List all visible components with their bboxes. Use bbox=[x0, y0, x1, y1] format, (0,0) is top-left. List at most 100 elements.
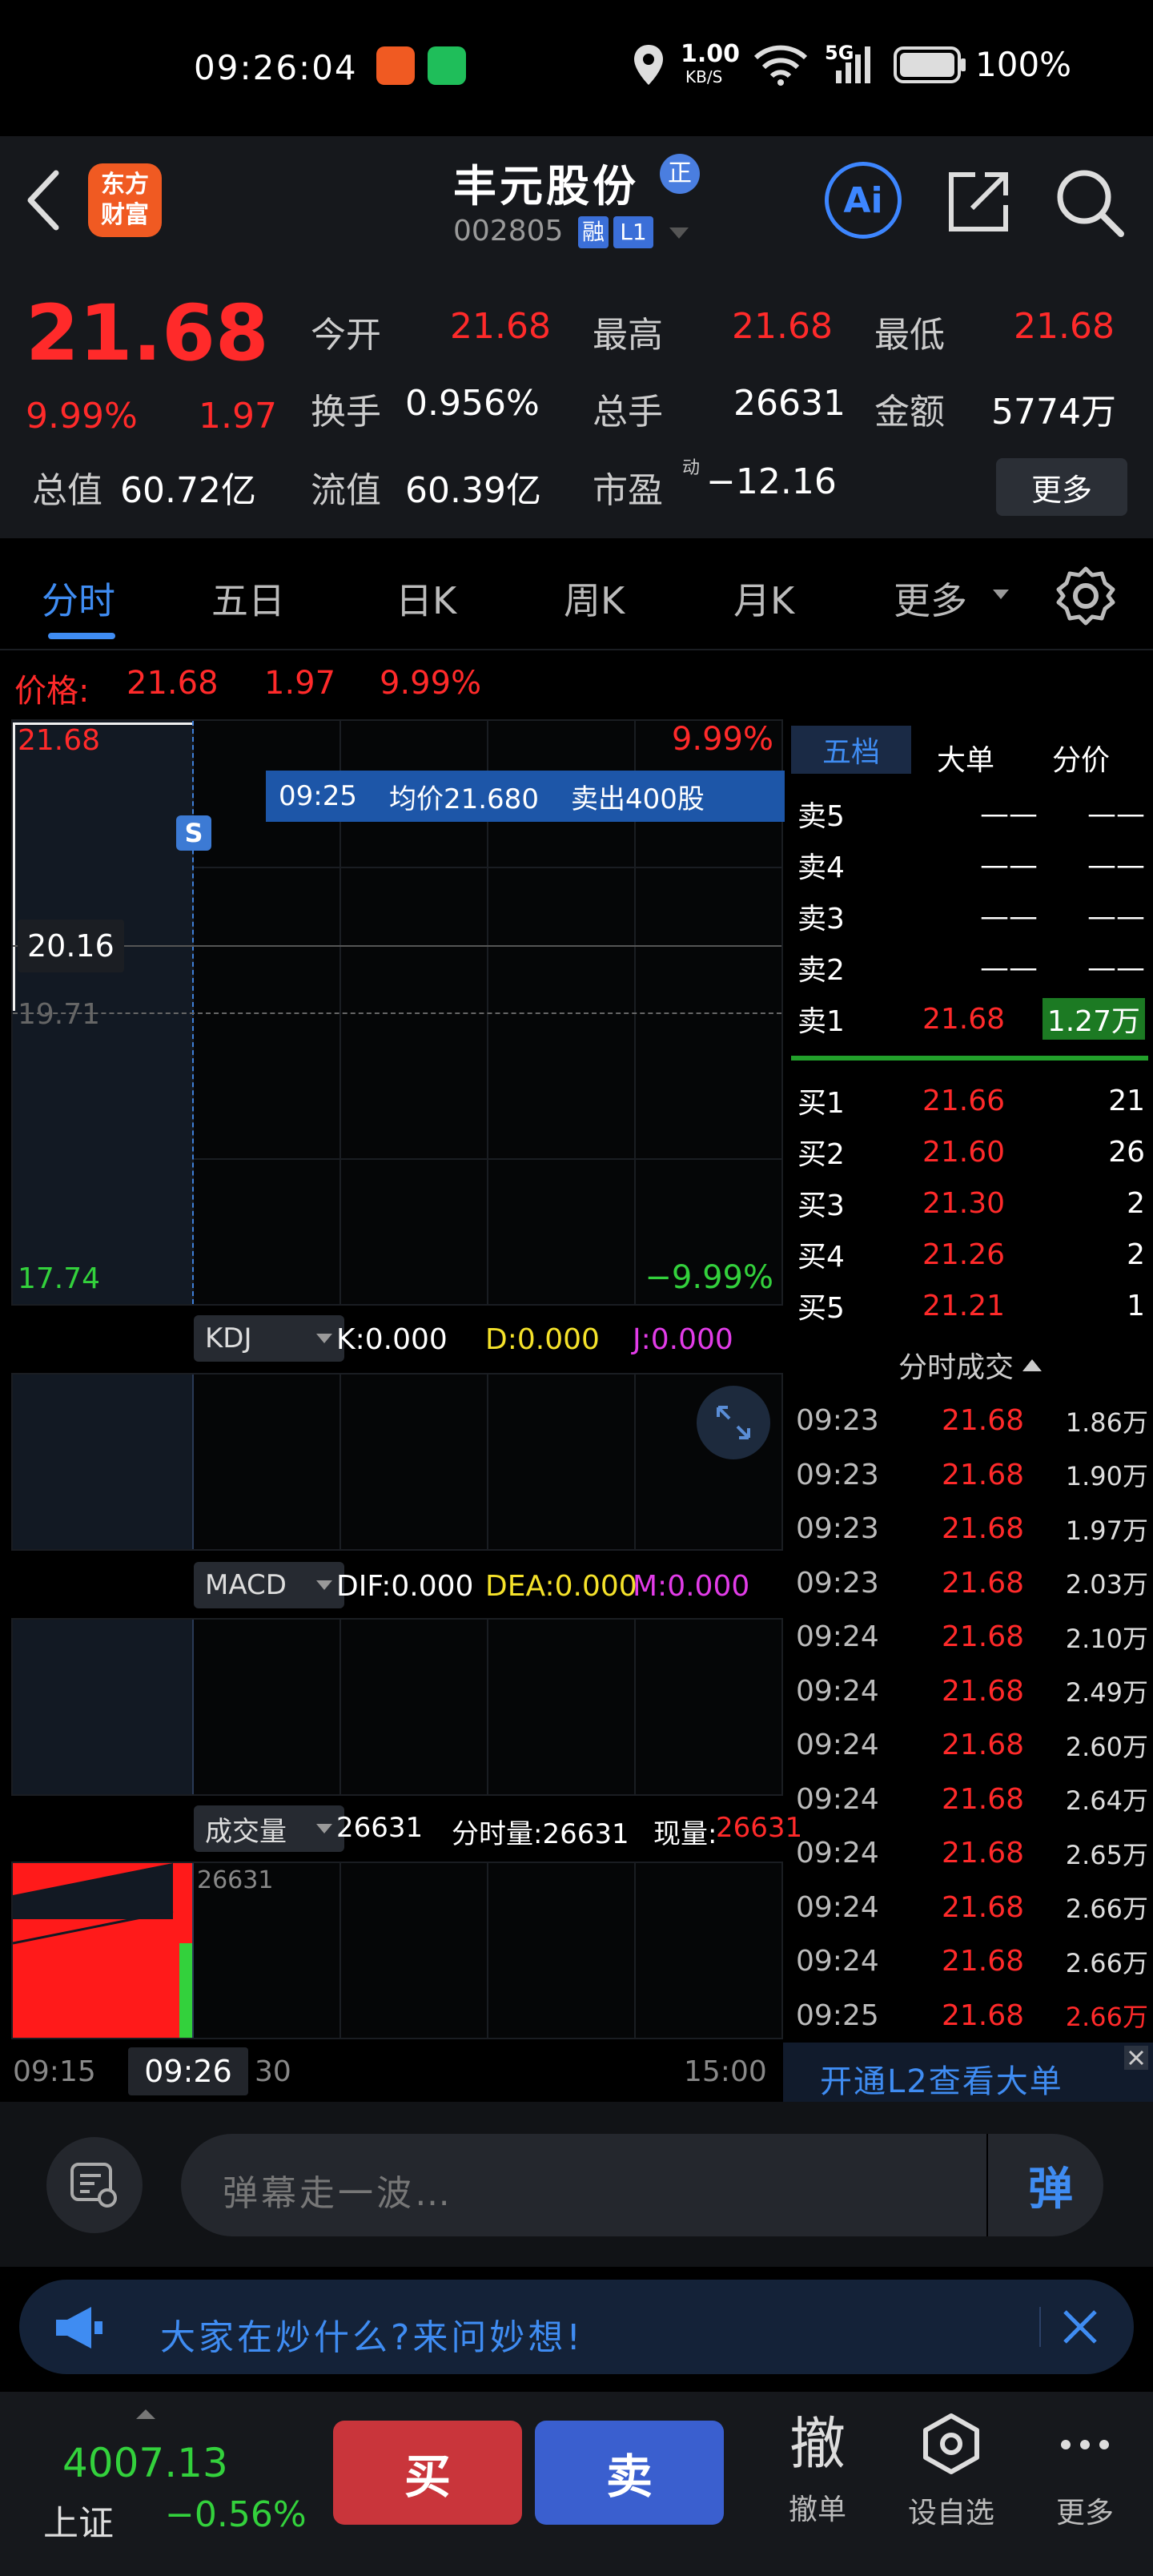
trade-volume: 1.90万 bbox=[1065, 1461, 1148, 1491]
index-widget[interactable]: 4007.13 上证 −0.56% bbox=[32, 2408, 307, 2552]
trade-price: 21.68 bbox=[942, 1404, 1025, 1437]
promo-text: 大家在炒什么?来问妙想! bbox=[160, 2317, 584, 2358]
cancel-order-button[interactable]: 撤 撤单 bbox=[765, 2408, 870, 2552]
kdj-j: J:0.000 bbox=[633, 1323, 733, 1356]
ai-label: Ai bbox=[843, 179, 883, 221]
danmu-send-button[interactable]: 弹 bbox=[1018, 2153, 1083, 2217]
tab-weekly-k[interactable]: 周K bbox=[564, 572, 625, 625]
volume-total: 26631 bbox=[336, 1812, 424, 1844]
trade-time: 09:24 bbox=[796, 1890, 879, 1924]
stock-name: 丰元股份 bbox=[453, 161, 639, 211]
tab-dadan[interactable]: 大单 bbox=[937, 737, 994, 779]
code-dropdown-icon[interactable] bbox=[668, 226, 690, 240]
promo-banner[interactable]: 大家在炒什么?来问妙想! bbox=[19, 2280, 1134, 2374]
more-quote-button[interactable]: 更多 bbox=[996, 458, 1127, 516]
trade-time: 09:24 bbox=[796, 1620, 879, 1653]
price-bar-pct: 9.99% bbox=[380, 665, 482, 702]
tab-daily-k[interactable]: 日K bbox=[396, 572, 456, 625]
sell-button[interactable]: 卖 bbox=[535, 2421, 724, 2525]
trade-time: 09:25 bbox=[796, 1998, 879, 2032]
price-bar-change: 1.97 bbox=[264, 665, 336, 702]
orderbook-tabs: 五档 大单 分价 bbox=[788, 719, 1153, 780]
tooltip-avg: 均价21.680 bbox=[388, 783, 539, 815]
kdj-k: K:0.000 bbox=[336, 1323, 448, 1356]
reference-price: 19.71 bbox=[18, 998, 101, 1031]
time-axis: 09:15 09:26 30 15:00 bbox=[0, 2043, 785, 2102]
sell-marker-icon[interactable]: S bbox=[176, 815, 211, 851]
intraday-chart[interactable]: 21.68 9.99% 20.16 19.71 17.74 −9.99% 09:… bbox=[11, 719, 785, 1306]
expand-icon bbox=[717, 1406, 750, 1439]
price-line-vertical bbox=[13, 722, 15, 1011]
ask-row-1: 卖1 21.68 1.27万 bbox=[788, 993, 1153, 1044]
orderbook-divider bbox=[791, 1056, 1148, 1061]
add-watchlist-icon bbox=[923, 2413, 979, 2474]
tooltip-time: 09:25 bbox=[279, 780, 357, 812]
chart-top-pct: 9.99% bbox=[671, 721, 773, 758]
tab-five-day[interactable]: 五日 bbox=[211, 572, 285, 625]
trade-volume: 1.97万 bbox=[1065, 1515, 1148, 1546]
trade-row: 09:24 21.68 2.49万 bbox=[788, 1664, 1153, 1718]
sell-marker-label: S bbox=[184, 818, 203, 848]
trade-volume: 2.66万 bbox=[1065, 1947, 1148, 1978]
l2-banner[interactable]: 开通L2查看大单 bbox=[783, 2043, 1153, 2102]
trade-time: 09:24 bbox=[796, 1674, 879, 1708]
trade-price: 21.68 bbox=[942, 1890, 1025, 1924]
status-time: 09:26:04 bbox=[194, 48, 358, 87]
macd-dea: DEA:0.000 bbox=[485, 1570, 637, 1603]
float-value: 60.39亿 bbox=[405, 470, 541, 511]
trade-volume: 2.66万 bbox=[1065, 1894, 1148, 1924]
danmu-settings-icon bbox=[70, 2163, 117, 2208]
tab-more[interactable]: 更多 bbox=[894, 572, 967, 625]
chart-top-price: 21.68 bbox=[18, 724, 101, 757]
net-speed-unit: KB/S bbox=[685, 67, 723, 87]
reference-line bbox=[13, 1012, 781, 1014]
ai-button[interactable]: Ai bbox=[825, 162, 902, 239]
change-amount: 1.97 bbox=[199, 396, 277, 437]
more-quote-label: 更多 bbox=[1030, 472, 1092, 508]
trades-header[interactable]: 分时成交 bbox=[788, 1336, 1153, 1394]
share-icon[interactable] bbox=[945, 168, 1012, 235]
promo-close-icon[interactable] bbox=[1062, 2308, 1099, 2345]
open-value: 21.68 bbox=[450, 306, 551, 347]
add-watchlist-button[interactable]: 设自选 bbox=[895, 2408, 1007, 2552]
more-actions-button[interactable]: 更多 bbox=[1033, 2408, 1137, 2552]
trade-time: 09:24 bbox=[796, 1837, 879, 1870]
tooltip-trade: 卖出400股 bbox=[570, 783, 705, 815]
trade-price: 21.68 bbox=[942, 1566, 1025, 1600]
danmu-settings-button[interactable] bbox=[46, 2137, 143, 2233]
kdj-selector[interactable]: KDJ bbox=[194, 1315, 344, 1362]
trade-time: 09:24 bbox=[796, 1945, 879, 1978]
danmu-input[interactable]: 弹幕走一波… 弹 bbox=[181, 2134, 1103, 2236]
stock-code: 002805 bbox=[453, 215, 564, 248]
macd-dropdown-icon bbox=[316, 1580, 332, 1590]
l2-close-icon[interactable] bbox=[1124, 2046, 1148, 2070]
search-icon[interactable] bbox=[1054, 167, 1126, 239]
high-value: 21.68 bbox=[732, 306, 833, 347]
back-arrow-icon[interactable] bbox=[24, 168, 64, 232]
tab-fenjia[interactable]: 分价 bbox=[1052, 737, 1110, 779]
trade-price: 21.68 bbox=[942, 1512, 1025, 1545]
trade-price: 21.68 bbox=[942, 1998, 1025, 2032]
l2-banner-text: 开通L2查看大单 bbox=[820, 2063, 1063, 2100]
volume-selector[interactable]: 成交量 bbox=[194, 1805, 344, 1852]
volume-chart: 26631 bbox=[11, 1862, 783, 2039]
macd-m: M:0.000 bbox=[633, 1570, 750, 1603]
promo-divider bbox=[1039, 2307, 1041, 2347]
app-logo[interactable]: 东方 财富 bbox=[88, 163, 162, 237]
volume-axis-max: 26631 bbox=[197, 1866, 274, 1894]
price-bar-price: 21.68 bbox=[127, 665, 219, 702]
macd-selector[interactable]: MACD bbox=[194, 1562, 344, 1608]
expand-chart-button[interactable] bbox=[697, 1386, 770, 1459]
ask-row: 卖5 —— —— bbox=[797, 797, 1145, 834]
tab-wudang[interactable]: 五档 bbox=[791, 726, 911, 774]
tab-monthly-k[interactable]: 月K bbox=[733, 572, 794, 625]
open-label: 今开 bbox=[311, 315, 381, 356]
kdj-chart bbox=[11, 1373, 783, 1551]
tab-fenshi[interactable]: 分时 bbox=[42, 572, 115, 625]
location-icon bbox=[634, 45, 663, 85]
buy-button[interactable]: 买 bbox=[333, 2421, 522, 2525]
l1-tag[interactable]: L1 bbox=[613, 216, 653, 248]
settings-gear-icon[interactable] bbox=[1055, 566, 1116, 626]
trade-row: 09:24 21.68 2.60万 bbox=[788, 1718, 1153, 1772]
trade-volume: 1.86万 bbox=[1065, 1407, 1148, 1438]
